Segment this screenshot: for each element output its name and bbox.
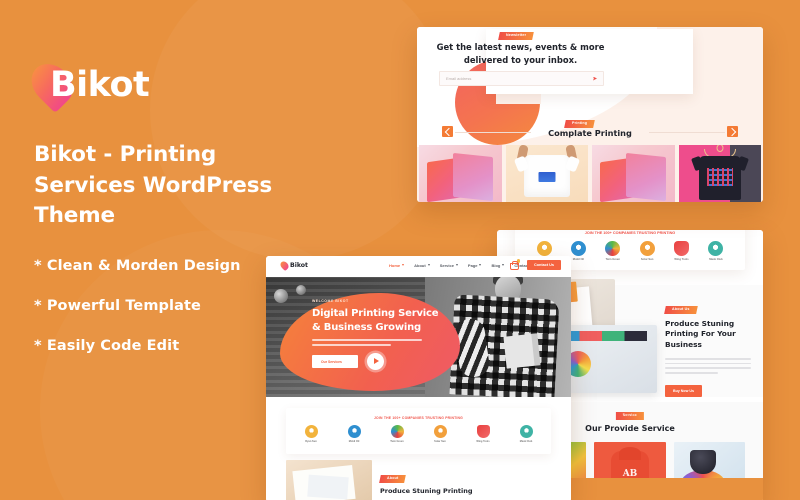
about-teaser-image bbox=[286, 460, 372, 500]
newsletter-email-input[interactable]: Email address bbox=[439, 71, 604, 86]
section-title: Complate Printing bbox=[548, 128, 632, 138]
brand-logo: Bikot bbox=[23, 55, 254, 124]
magazine-mockup-2[interactable] bbox=[592, 145, 675, 202]
about-teaser-badge: About bbox=[379, 475, 407, 483]
partner-logo[interactable]: Solar Sun bbox=[425, 425, 455, 443]
send-icon[interactable] bbox=[593, 76, 597, 81]
partner-logo[interactable]: Ryan Sun bbox=[296, 425, 326, 443]
newsletter-email-placeholder: Email address bbox=[446, 75, 472, 81]
service-badge: Service bbox=[615, 412, 645, 420]
product-gallery bbox=[417, 145, 763, 202]
about-teaser: About Produce Stuning Printing bbox=[286, 460, 551, 500]
white-tshirt-mockup[interactable] bbox=[505, 145, 588, 202]
location-pin-icon bbox=[278, 259, 291, 272]
partners-card: JOIN THE 100+ COMPANIES TRUSTING PRINTIN… bbox=[286, 408, 551, 454]
partner-logo[interactable]: Mobil Oil bbox=[339, 425, 369, 443]
navbar-logo[interactable]: Bikot bbox=[278, 259, 308, 272]
newsletter-badge: Newsletter bbox=[498, 32, 534, 40]
hero-eyebrow: WELCOME BIKOT bbox=[312, 299, 349, 303]
partners-caption: JOIN THE 100+ COMPANIES TRUSTING PRINTIN… bbox=[584, 231, 676, 235]
partner-logo-row: Ryan Sun Mobil Oil Twin Green Solar Sun … bbox=[296, 425, 541, 443]
dark-tshirt-hanger-mockup[interactable] bbox=[678, 145, 761, 202]
hero-description bbox=[312, 339, 422, 349]
brand-logo-text: Bikot bbox=[50, 65, 150, 105]
nav-item-service[interactable]: Service bbox=[440, 263, 458, 268]
about-badge: About Us bbox=[664, 306, 698, 314]
contact-us-button[interactable]: Contact Us bbox=[526, 260, 561, 270]
partner-logo[interactable]: Twin Green bbox=[596, 241, 630, 261]
nav-item-page[interactable]: Page bbox=[468, 263, 482, 268]
about-teaser-title: Produce Stuning Printing bbox=[380, 486, 473, 495]
shopping-cart-icon[interactable] bbox=[510, 259, 520, 270]
hero-title: Digital Printing Service & Business Grow… bbox=[312, 308, 439, 333]
page-title: Bikot - Printing Services WordPress Them… bbox=[34, 142, 273, 229]
partner-logo[interactable]: Twin Green bbox=[382, 425, 412, 443]
hero-banner: WELCOME BIKOT Digital Printing Service &… bbox=[266, 277, 571, 397]
newsletter-title: Get the latest news, events & more deliv… bbox=[436, 42, 605, 66]
nav-item-about[interactable]: About bbox=[414, 263, 430, 268]
poster-canvas: Bikot Bikot - Printing Services WordPres… bbox=[0, 0, 800, 500]
partner-logo[interactable]: Mask Club bbox=[511, 425, 541, 443]
partner-logo[interactable]: Mask Club bbox=[699, 241, 733, 261]
about-paragraph bbox=[665, 357, 751, 374]
play-icon[interactable] bbox=[367, 353, 384, 370]
nav-item-blog[interactable]: Blog bbox=[491, 263, 504, 268]
home-screen-mockup: Bikot Home About Service Page Blog Conta… bbox=[266, 256, 571, 500]
partners-caption: JOIN THE 100+ COMPANIES TRUSTING PRINTIN… bbox=[373, 416, 464, 420]
partner-logo[interactable]: Solar Sun bbox=[630, 241, 664, 261]
hero-cta-button[interactable]: Our Services bbox=[312, 355, 358, 368]
chevron-right-icon[interactable] bbox=[727, 126, 738, 137]
nav-item-home[interactable]: Home bbox=[389, 263, 404, 268]
partner-logo[interactable]: Wing Tools bbox=[665, 241, 699, 261]
about-title: Produce Stuning Printing For Your Busine… bbox=[665, 318, 736, 350]
about-cta-button[interactable]: Buy Now Us bbox=[665, 384, 702, 397]
magazine-mockup[interactable] bbox=[419, 145, 502, 202]
site-navbar: Bikot Home About Service Page Blog Conta… bbox=[266, 256, 571, 277]
newsletter-screen-mockup: Newsletter Get the latest news, events &… bbox=[417, 27, 763, 202]
partner-logo[interactable]: Wing Tools bbox=[468, 425, 498, 443]
section-badge: Printing bbox=[564, 120, 595, 128]
